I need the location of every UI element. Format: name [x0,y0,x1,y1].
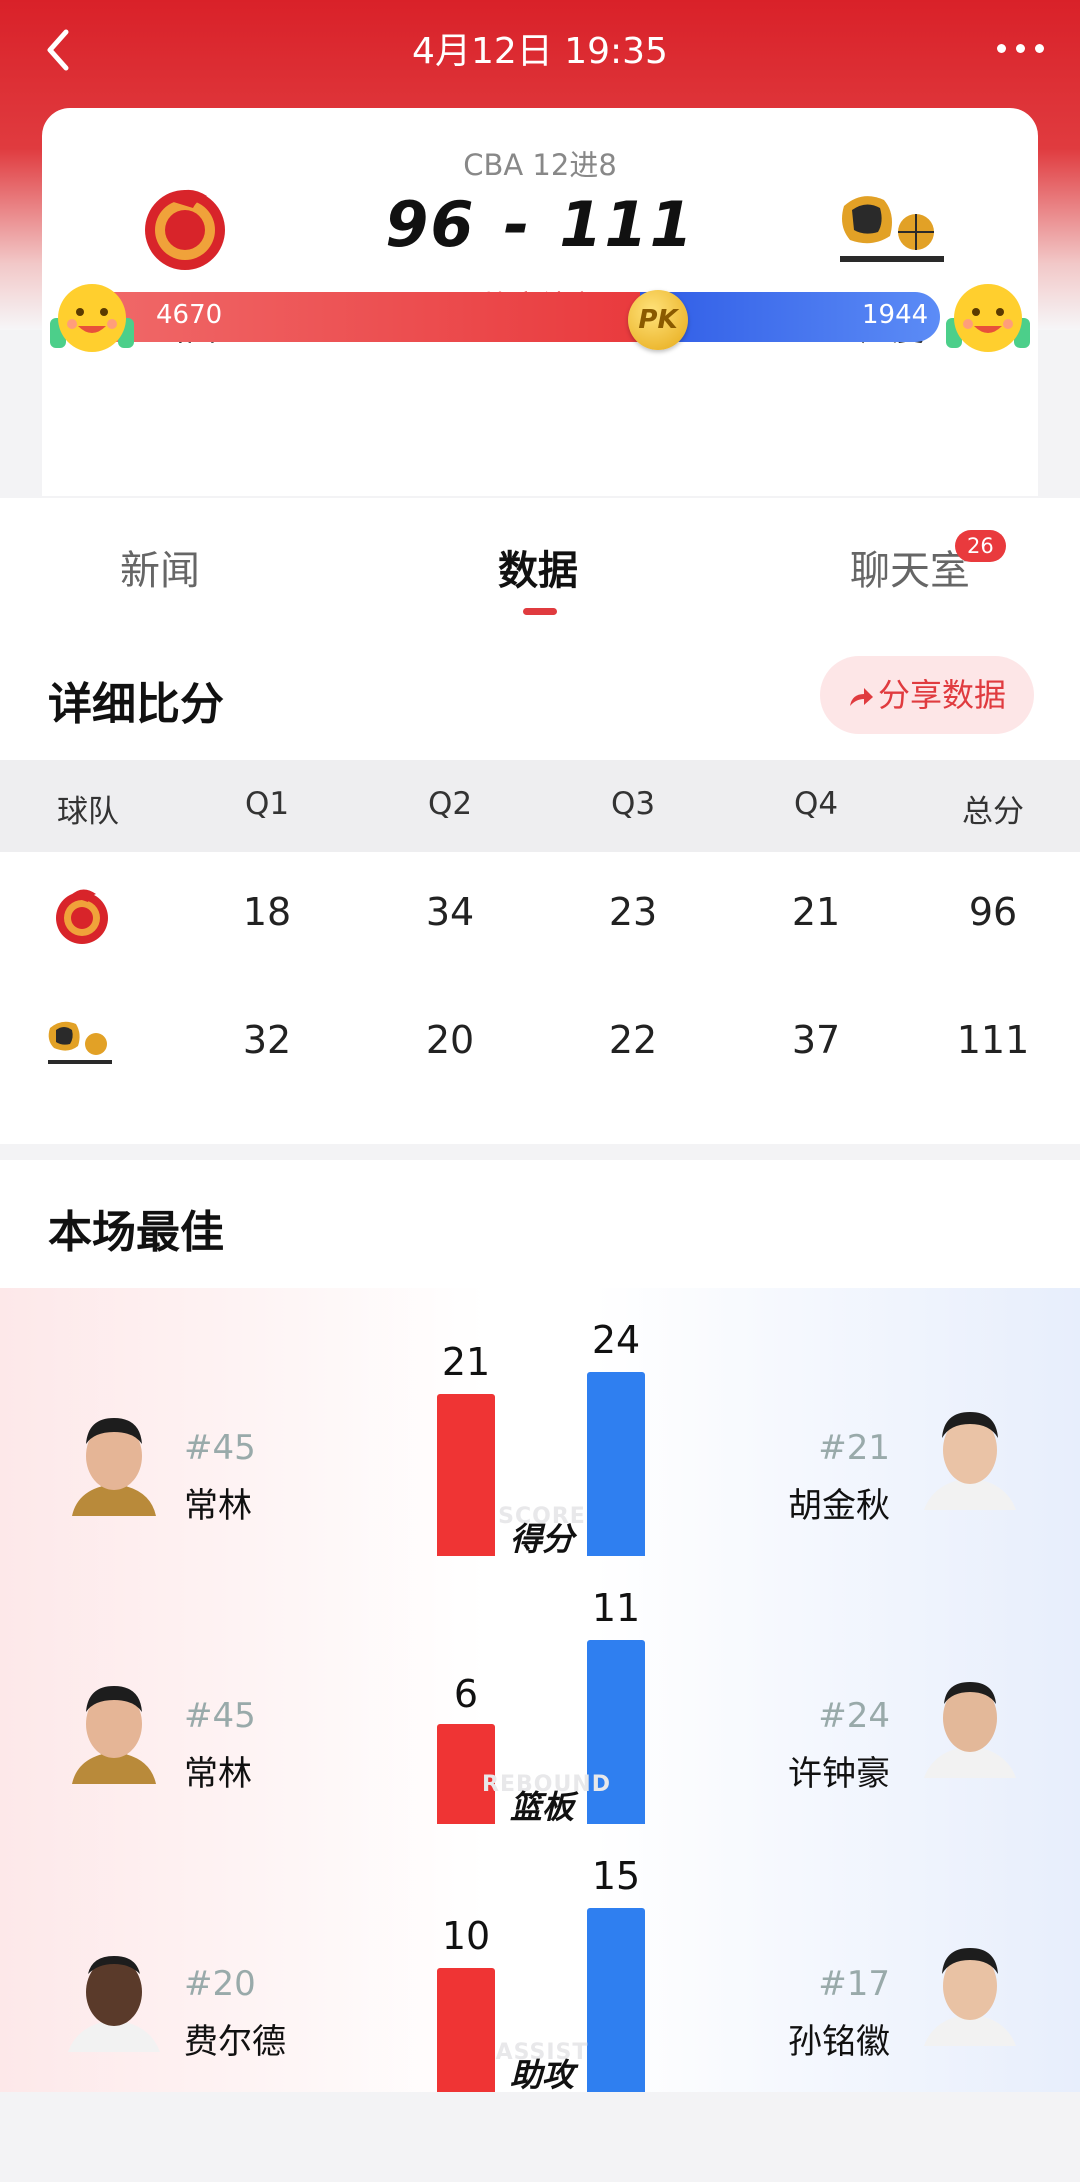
player-avatar [920,1666,1020,1778]
player-avatar [64,1940,164,2052]
away-q3: 22 [608,1018,658,1062]
home-stat-bar [437,1968,495,2092]
col-q1: Q1 [244,786,290,822]
col-q2: Q2 [427,786,473,822]
detail-score-title: 详细比分 [48,679,224,730]
cheer-emoji-icon[interactable] [44,270,140,366]
col-total: 总分 [962,794,1024,830]
home-player-name: 常林 [184,1486,252,1526]
stat-label: 篮板 [509,1788,574,1826]
away-player-name: 胡金秋 [788,1486,890,1526]
col-q3: Q3 [610,786,656,822]
tab-data[interactable]: 数据 [498,538,578,596]
more-dot-icon [997,44,1006,53]
home-player-name: 费尔德 [184,2022,286,2062]
more-dot-icon [1016,44,1025,53]
player-avatar [64,1672,164,1784]
home-player-number: #20 [184,1964,256,2004]
home-q3: 23 [608,890,658,934]
away-stat-value: 24 [591,1318,641,1362]
col-q4: Q4 [793,786,839,822]
stat-row-points[interactable]: #45 常林 21 24 SCORE 得分 #21 胡金秋 [0,1288,1080,1558]
score-table-header: 球队 Q1 Q2 Q3 Q4 总分 [0,760,1080,852]
player-avatar [920,1934,1020,2046]
shanxi-logo [54,884,110,946]
away-stat-value: 15 [591,1854,641,1898]
pk-badge: PK [628,290,688,350]
cheer-emoji-icon[interactable] [940,270,1036,366]
player-avatar [64,1404,164,1516]
away-total: 111 [956,1018,1030,1062]
more-dot-icon [1035,44,1044,53]
stat-label: 助攻 [509,2056,574,2094]
share-arrow-icon [849,688,873,706]
match-datetime: 4月12日 19:35 [412,31,668,72]
chatroom-badge: 26 [955,530,1006,562]
shanxi-logo[interactable] [137,178,233,274]
away-stat-value: 11 [591,1586,641,1630]
tab-chatroom[interactable]: 聊天室 [850,538,970,596]
away-player-number: #21 [818,1428,890,1468]
home-score: 96 [385,188,476,261]
home-total: 96 [968,890,1018,934]
more-button[interactable] [992,38,1052,58]
best-players-header: 本场最佳 [0,1160,1080,1288]
zhejiang-lions-logo [44,1016,116,1070]
zhejiang-lions-logo[interactable] [832,186,952,276]
home-q2: 34 [425,890,475,934]
best-players-title: 本场最佳 [48,1207,224,1258]
score-separator: - [503,188,532,261]
stat-row-assists[interactable]: #20 费尔德 10 15 ASSIST 助攻 #17 孙铭徽 [0,1824,1080,2094]
away-player-number: #24 [818,1696,890,1736]
share-data-label: 分享数据 [877,676,1006,714]
stat-row-rebounds[interactable]: #45 常林 6 11 REBOUND 篮板 #24 许钟豪 [0,1556,1080,1826]
col-team: 球队 [57,794,119,830]
home-player-name: 常林 [184,1754,252,1794]
home-q1: 18 [242,890,292,934]
away-q4: 37 [791,1018,841,1062]
home-player-number: #45 [184,1696,256,1736]
home-stat-value: 6 [453,1672,479,1716]
away-player-number: #17 [818,1964,890,2004]
away-player-name: 孙铭徽 [788,2022,890,2062]
home-player-number: #45 [184,1428,256,1468]
active-tab-indicator [523,608,557,615]
stat-label: 得分 [509,1520,574,1558]
away-score: 111 [559,188,695,261]
away-q1: 32 [242,1018,292,1062]
home-stat-value: 10 [441,1914,491,1958]
away-player-name: 许钟豪 [788,1754,890,1794]
away-q2: 20 [425,1018,475,1062]
share-data-button[interactable]: 分享数据 [820,656,1034,734]
home-q4: 21 [791,890,841,934]
home-stat-value: 21 [441,1340,491,1384]
player-avatar [920,1398,1020,1510]
away-support-count: 1944 [862,300,929,330]
home-stat-bar [437,1394,495,1556]
tab-bar: 新闻 数据 聊天室 [0,498,1080,628]
home-support-count: 4670 [156,300,223,330]
tab-news[interactable]: 新闻 [120,538,200,596]
